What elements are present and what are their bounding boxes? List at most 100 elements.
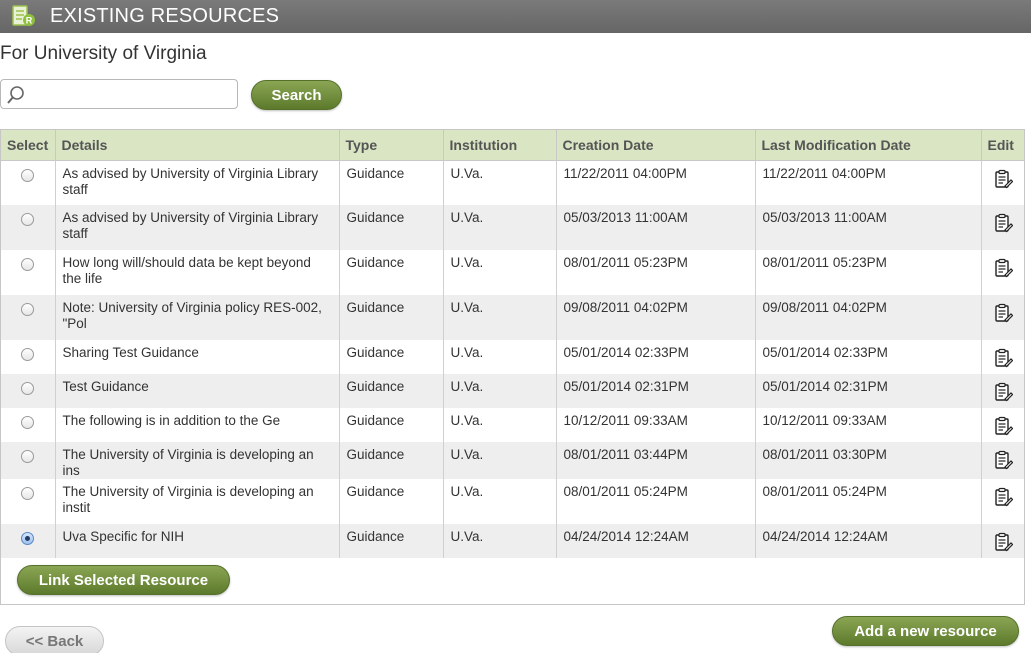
select-radio[interactable] — [21, 382, 35, 395]
type-cell: Guidance — [339, 340, 444, 374]
table-row: The following is in addition to the Ge Gu… — [1, 408, 1024, 442]
edit-icon[interactable] — [993, 382, 1014, 402]
institution-cell: U.Va. — [443, 479, 557, 524]
modification-date-cell: 05/01/2014 02:31PM — [755, 374, 982, 408]
creation-date-cell: 11/22/2011 04:00PM — [556, 160, 756, 205]
link-selected-resource-button[interactable]: Link Selected Resource — [17, 565, 230, 595]
add-new-resource-button[interactable]: Add a new resource — [832, 616, 1019, 646]
select-radio[interactable] — [21, 487, 35, 500]
edit-icon[interactable] — [993, 303, 1014, 323]
select-cell — [1, 340, 56, 374]
type-cell: Guidance — [339, 524, 444, 558]
details-cell: The University of Virginia is developing… — [55, 479, 340, 524]
type-cell: Guidance — [339, 442, 444, 479]
modification-date-cell: 11/22/2011 04:00PM — [755, 160, 982, 205]
type-cell: Guidance — [339, 295, 444, 340]
resources-table: Select Details Type Institution Creation… — [1, 130, 1024, 558]
edit-icon[interactable] — [993, 213, 1014, 233]
select-radio[interactable] — [21, 348, 35, 361]
creation-date-cell: 05/03/2013 11:00AM — [556, 205, 756, 250]
details-cell: Sharing Test Guidance — [55, 340, 340, 374]
column-header-type[interactable]: Type — [339, 130, 444, 161]
institution-cell: U.Va. — [443, 160, 557, 205]
type-cell: Guidance — [339, 408, 444, 442]
resources-table-panel: Select Details Type Institution Creation… — [0, 129, 1025, 605]
select-radio[interactable] — [21, 450, 35, 463]
select-cell — [1, 250, 56, 295]
edit-cell — [981, 160, 1024, 205]
edit-icon[interactable] — [993, 169, 1014, 189]
edit-cell — [981, 479, 1024, 524]
column-header-creation-date[interactable]: Creation Date — [556, 130, 756, 161]
select-radio[interactable] — [21, 532, 35, 545]
page-header: R EXISTING RESOURCES — [0, 0, 1031, 33]
edit-icon[interactable] — [993, 348, 1014, 368]
page-title: EXISTING RESOURCES — [50, 5, 280, 27]
details-cell: The following is in addition to the Ge — [55, 408, 340, 442]
institution-subtitle: For University of Virginia — [0, 43, 207, 64]
select-cell — [1, 524, 56, 558]
select-radio[interactable] — [21, 168, 35, 182]
modification-date-cell: 05/01/2014 02:33PM — [755, 340, 982, 374]
institution-cell: U.Va. — [443, 340, 557, 374]
type-cell: Guidance — [339, 374, 444, 408]
creation-date-cell: 10/12/2011 09:33AM — [556, 408, 756, 442]
edit-cell — [981, 408, 1024, 442]
creation-date-cell: 05/01/2014 02:31PM — [556, 374, 756, 408]
search-button[interactable]: Search — [251, 80, 342, 110]
creation-date-cell: 08/01/2011 05:24PM — [556, 479, 756, 524]
table-row: The University of Virginia is developing… — [1, 479, 1024, 524]
details-cell: As advised by University of Virginia Lib… — [55, 205, 340, 250]
table-row: Sharing Test Guidance Guidance U.Va. 05/01/… — [1, 340, 1024, 374]
edit-cell — [981, 295, 1024, 340]
table-row: Uva Specific for NIH Guidance U.Va. 04/24/2… — [1, 524, 1024, 558]
creation-date-cell: 04/24/2014 12:24AM — [556, 524, 756, 558]
select-cell — [1, 374, 56, 408]
details-cell: The University of Virginia is developing… — [55, 442, 340, 479]
modification-date-cell: 05/03/2013 11:00AM — [755, 205, 982, 250]
table-row: Test Guidance Guidance U.Va. 05/01/2014 02:… — [1, 374, 1024, 408]
svg-text:R: R — [26, 16, 33, 26]
select-radio[interactable] — [21, 213, 35, 226]
resource-doc-icon: R — [12, 5, 35, 26]
column-header-details[interactable]: Details — [55, 130, 340, 161]
creation-date-cell: 09/08/2011 04:02PM — [556, 295, 756, 340]
institution-cell: U.Va. — [443, 408, 557, 442]
creation-date-cell: 08/01/2011 03:44PM — [556, 442, 756, 479]
institution-cell: U.Va. — [443, 250, 557, 295]
details-cell: How long will/should data be kept beyond… — [55, 250, 340, 295]
search-input[interactable] — [31, 82, 231, 106]
column-header-edit[interactable]: Edit — [981, 130, 1024, 161]
select-cell — [1, 205, 56, 250]
edit-icon[interactable] — [993, 416, 1014, 436]
edit-icon[interactable] — [993, 258, 1014, 278]
edit-cell — [981, 205, 1024, 250]
select-radio[interactable] — [21, 258, 35, 271]
edit-cell — [981, 250, 1024, 295]
search-field[interactable] — [0, 79, 238, 109]
type-cell: Guidance — [339, 205, 444, 250]
select-radio[interactable] — [21, 416, 35, 429]
column-header-institution[interactable]: Institution — [443, 130, 557, 161]
modification-date-cell: 08/01/2011 03:30PM — [755, 442, 982, 479]
select-cell — [1, 160, 56, 205]
edit-icon[interactable] — [993, 487, 1014, 507]
column-header-last-modification-date[interactable]: Last Modification Date — [755, 130, 982, 161]
edit-cell — [981, 340, 1024, 374]
modification-date-cell: 10/12/2011 09:33AM — [755, 408, 982, 442]
type-cell: Guidance — [339, 250, 444, 295]
edit-icon[interactable] — [993, 532, 1014, 552]
edit-icon[interactable] — [993, 450, 1014, 470]
select-cell — [1, 295, 56, 340]
back-button[interactable]: << Back — [5, 626, 104, 653]
institution-cell: U.Va. — [443, 295, 557, 340]
edit-cell — [981, 442, 1024, 479]
column-header-select[interactable]: Select — [1, 130, 56, 161]
type-cell: Guidance — [339, 160, 444, 205]
select-radio[interactable] — [21, 303, 35, 316]
table-row: As advised by University of Virginia Lib… — [1, 205, 1024, 250]
table-row: The University of Virginia is developing… — [1, 442, 1024, 479]
creation-date-cell: 05/01/2014 02:33PM — [556, 340, 756, 374]
table-row: How long will/should data be kept beyond… — [1, 250, 1024, 295]
type-cell: Guidance — [339, 479, 444, 524]
